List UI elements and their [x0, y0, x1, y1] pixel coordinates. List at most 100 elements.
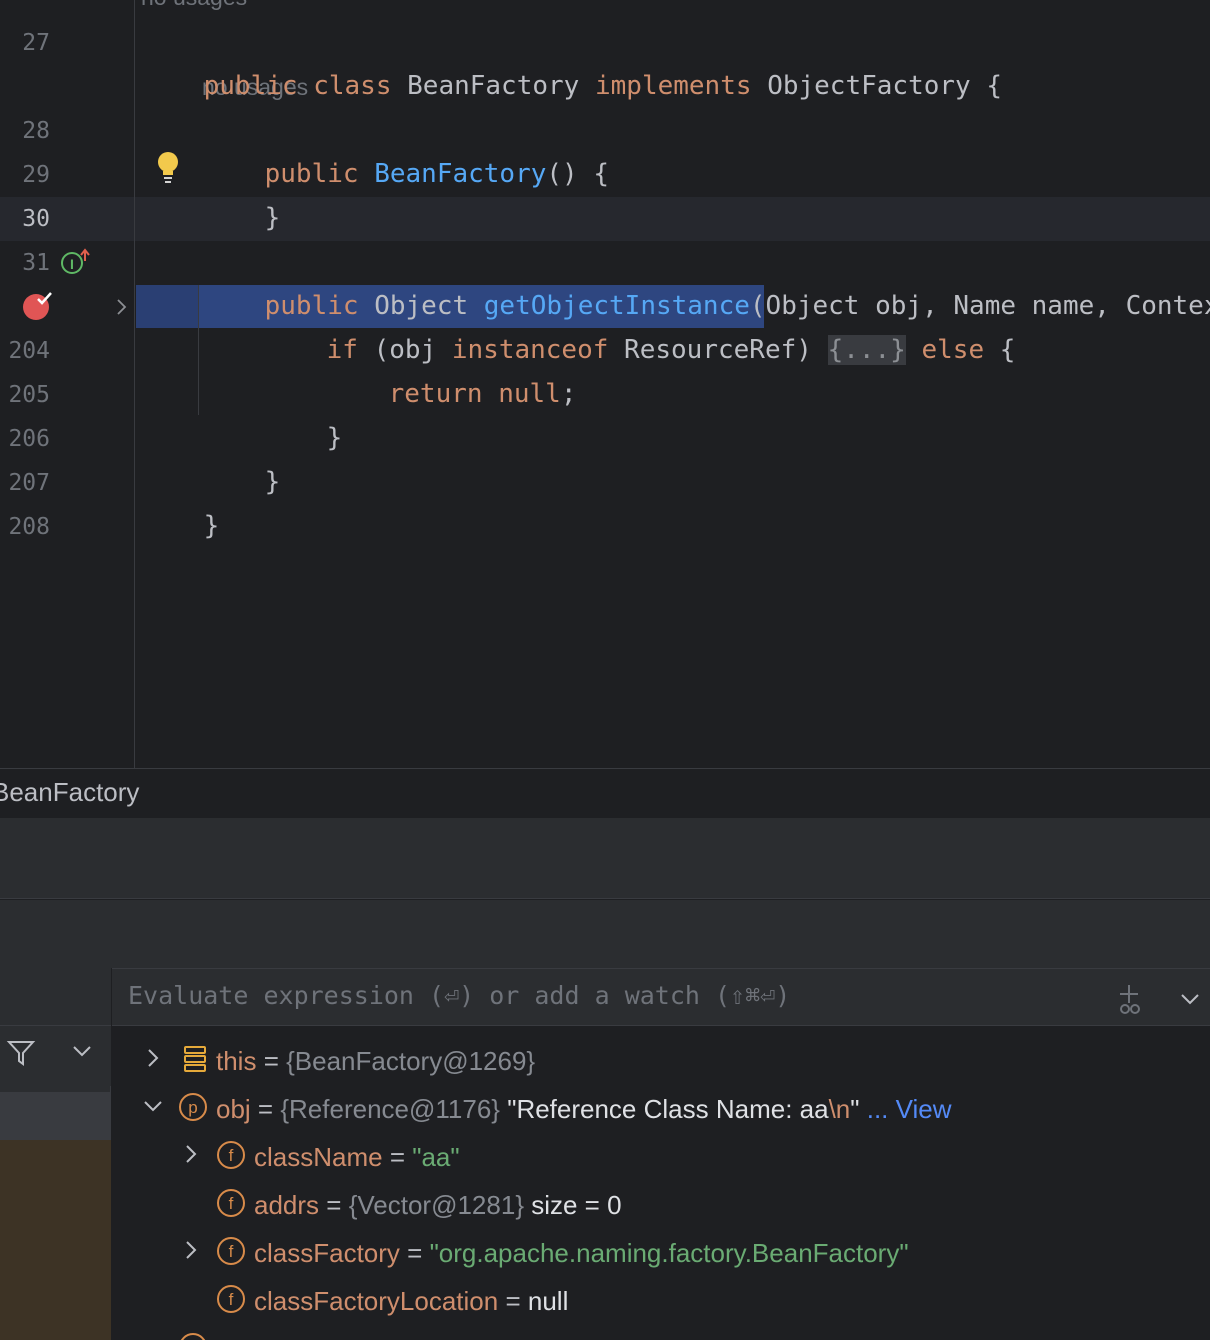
field-icon: f: [217, 1285, 245, 1313]
code-punct: }: [264, 203, 281, 233]
selection-indent: [136, 285, 198, 328]
escape-sequence: \n: [828, 1094, 851, 1124]
chevron-down-icon[interactable]: [142, 1093, 164, 1119]
keyword: class: [313, 71, 392, 101]
code-punct: }: [264, 467, 281, 497]
keyword: return: [388, 379, 483, 409]
variable-equals: =: [319, 1190, 349, 1220]
variable-name: this: [216, 1046, 257, 1076]
variable-row[interactable]: f classFactoryLocation = null: [112, 1276, 1210, 1324]
keyword: else: [921, 335, 985, 365]
svg-text:I: I: [70, 256, 74, 272]
breadcrumb-item-class[interactable]: BeanFactory: [0, 777, 139, 808]
variable-value: ": [850, 1094, 860, 1124]
code-punct: {: [984, 335, 1016, 365]
variable-row-partial[interactable]: [112, 1324, 1210, 1340]
object-stack-icon: [184, 1046, 206, 1072]
code-punct: }: [203, 511, 220, 541]
line-number[interactable]: 29: [0, 162, 50, 188]
line-number[interactable]: 204: [0, 338, 50, 364]
evaluate-expression-input[interactable]: [128, 981, 1088, 1010]
line-number[interactable]: 205: [0, 382, 50, 408]
filter-icon[interactable]: [6, 1038, 36, 1068]
code-text: ResourceRef): [608, 335, 812, 365]
line-number[interactable]: 207: [0, 470, 50, 496]
debug-tabs-bar: [0, 900, 1210, 968]
field-icon: f: [217, 1237, 245, 1265]
frames-list[interactable]: [0, 1140, 111, 1340]
variable-value: null: [527, 1286, 569, 1316]
interface-name: ObjectFactory: [767, 71, 971, 101]
variable-row[interactable]: f addrs = {Vector@1281} size = 0: [112, 1180, 1210, 1228]
variable-row[interactable]: p obj = {Reference@1176} "Reference Clas…: [112, 1084, 1210, 1132]
line-number[interactable]: 31: [0, 250, 50, 276]
keyword: public: [203, 71, 298, 101]
chevron-right-icon[interactable]: [180, 1237, 202, 1263]
code-punct: () {: [546, 159, 610, 189]
variable-name: classFactoryLocation: [254, 1286, 499, 1316]
indent-guide: [198, 285, 199, 415]
breadcrumb: BeanFactory: [0, 768, 1210, 818]
variables-panel: this = {BeanFactory@1269} p obj = {Refer…: [112, 968, 1210, 1340]
selected-frame[interactable]: [0, 1092, 111, 1140]
line-number[interactable]: 27: [0, 30, 50, 56]
keyword: implements: [594, 71, 752, 101]
code-punct: {: [970, 71, 1002, 101]
code-line-207[interactable]: }: [141, 460, 220, 592]
variable-equals: =: [256, 1046, 287, 1076]
line-number[interactable]: 28: [0, 118, 50, 144]
keyword: null: [498, 379, 561, 409]
parameter-icon: [180, 1333, 206, 1340]
variable-name: addrs: [254, 1190, 320, 1220]
line-number[interactable]: 206: [0, 426, 50, 452]
view-link[interactable]: ... View: [860, 1094, 952, 1124]
evaluate-bar: [112, 968, 1210, 1026]
chevron-down-icon[interactable]: [1180, 992, 1200, 1006]
line-number-current[interactable]: 30: [0, 206, 50, 232]
svg-text:f: f: [229, 1146, 234, 1165]
variable-equals: =: [498, 1286, 528, 1316]
field-icon: f: [217, 1189, 245, 1217]
usages-hint[interactable]: no usages: [141, 0, 247, 11]
implements-method-icon[interactable]: I: [60, 248, 92, 276]
variable-row[interactable]: f className = "aa": [112, 1132, 1210, 1180]
code-line-204[interactable]: return null;: [326, 328, 577, 460]
line-number[interactable]: 208: [0, 514, 50, 540]
variable-type: {Reference@1176}: [280, 1094, 500, 1124]
variable-string-value: "aa": [412, 1142, 460, 1172]
variable-value: "Reference Class Name: aa: [499, 1094, 829, 1124]
variable-row[interactable]: f classFactory = "org.apache.naming.fact…: [112, 1228, 1210, 1276]
variable-name: classFactory: [254, 1238, 400, 1268]
field-icon: f: [217, 1141, 245, 1169]
code-punct: ;: [560, 379, 577, 409]
variable-name: className: [254, 1142, 383, 1172]
frames-panel: [0, 968, 111, 1340]
fold-chevron-icon[interactable]: [115, 297, 129, 317]
parameter-icon: p: [179, 1093, 207, 1121]
constructor-name: BeanFactory: [374, 159, 547, 189]
frames-filter-bar: [0, 1026, 111, 1086]
variable-equals: =: [382, 1142, 413, 1172]
lightbulb-icon[interactable]: [155, 150, 183, 186]
debug-toolbar: [0, 818, 1210, 899]
chevron-right-icon[interactable]: [180, 1141, 202, 1167]
variable-type: {Vector@1281}: [348, 1190, 524, 1220]
variable-string-value: "org.apache.naming.factory.BeanFactory": [429, 1238, 909, 1268]
variable-equals: =: [250, 1094, 281, 1124]
chevron-down-icon[interactable]: [72, 1044, 92, 1058]
add-watch-icon[interactable]: [1112, 983, 1146, 1017]
chevron-right-icon[interactable]: [142, 1045, 164, 1071]
svg-text:f: f: [229, 1242, 234, 1261]
code-editor[interactable]: no usages no usages 27 28 29 30 31 204 2…: [0, 0, 1210, 768]
svg-text:f: f: [229, 1290, 234, 1309]
breakpoint-icon[interactable]: [21, 292, 55, 322]
folded-code-block[interactable]: {...}: [827, 335, 906, 365]
svg-text:p: p: [188, 1098, 197, 1117]
svg-text:f: f: [229, 1194, 234, 1213]
frames-header: [0, 968, 111, 1026]
variable-name: obj: [216, 1094, 251, 1124]
variable-row[interactable]: this = {BeanFactory@1269}: [112, 1036, 1210, 1084]
variable-equals: =: [399, 1238, 430, 1268]
variable-size: size = 0: [524, 1190, 622, 1220]
code-punct: }: [326, 423, 343, 453]
